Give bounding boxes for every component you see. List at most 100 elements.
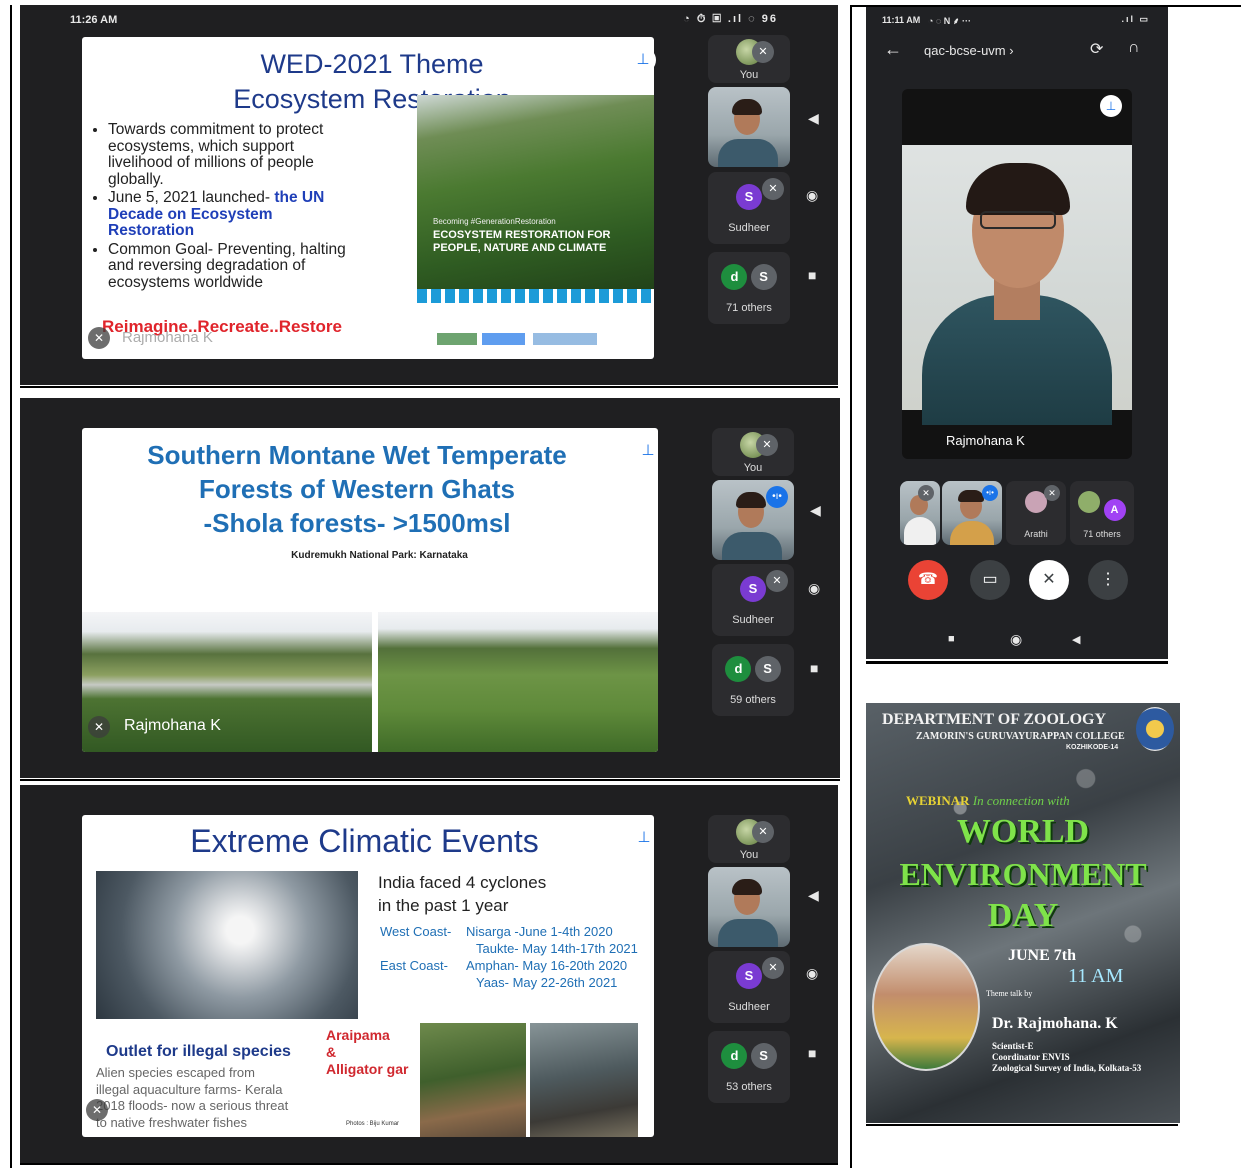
- participant-tile-arathi[interactable]: ✕ Arathi: [1006, 481, 1066, 545]
- slide-bullets: Towards commitment to protect ecosystems…: [90, 121, 362, 293]
- poster-webinar: WEBINAR In connection with: [906, 793, 1070, 809]
- poster-roles: Scientist-E Coordinator ENVIS Zoological…: [992, 1041, 1141, 1074]
- home-nav-icon[interactable]: ◉: [806, 965, 818, 982]
- poster-dept: DEPARTMENT OF ZOOLOGY: [882, 711, 1107, 728]
- meeting-code[interactable]: qac-bcse-uvm ›: [924, 43, 1014, 58]
- speaker-name: Rajmohana K: [946, 433, 1025, 448]
- image-caption-small: Becoming #GenerationRestoration: [433, 217, 556, 226]
- slide-title-line2: Forests of Western Ghats: [199, 474, 515, 504]
- home-nav-icon[interactable]: ◉: [1010, 631, 1022, 648]
- speaker-video-feed: [902, 145, 1132, 425]
- cyclone-satellite-image: [96, 871, 358, 1019]
- cyclone-row: East Coast- Amphan- May 16-20th 2020: [380, 957, 650, 974]
- participant-tile-others[interactable]: A 71 others: [1070, 481, 1134, 545]
- speaking-indicator-icon: •ı•: [766, 486, 788, 508]
- recents-nav-icon[interactable]: ■: [808, 267, 816, 283]
- participant-video-tile[interactable]: [708, 867, 790, 947]
- participant-tile-you[interactable]: ✕ You: [712, 428, 794, 476]
- participant-tile-others[interactable]: d S 59 others: [712, 644, 794, 716]
- presentation-slide[interactable]: WED-2021 Theme Ecosystem Restoration Tow…: [82, 37, 654, 359]
- mic-off-icon: ✕: [752, 821, 774, 843]
- table-line: [10, 5, 12, 1168]
- cyclone-entry: Amphan- May 16-20th 2020: [466, 958, 628, 973]
- avatar: d: [721, 264, 748, 290]
- avatar: A: [1103, 499, 1126, 521]
- bullet-text: June 5, 2021 launched-: [108, 189, 275, 206]
- presenter-label: Rajmohana K: [122, 329, 213, 346]
- audio-output-icon[interactable]: ∩: [1128, 39, 1140, 57]
- back-nav-icon[interactable]: ◀: [808, 887, 819, 904]
- mic-off-icon: ✕: [766, 570, 788, 592]
- home-nav-icon[interactable]: ◉: [806, 187, 818, 204]
- back-nav-icon[interactable]: ◀: [810, 502, 821, 519]
- camera-toggle-button[interactable]: ▭: [970, 560, 1010, 600]
- person-hair: [732, 99, 762, 115]
- switch-camera-icon[interactable]: ⟳: [1090, 39, 1103, 59]
- species-text: Araipama: [326, 1027, 390, 1043]
- slide-title-line1: WED-2021 Theme: [260, 49, 484, 79]
- headline-world: WORLD: [956, 813, 1090, 850]
- mic-off-icon: ✕: [918, 485, 934, 501]
- participant-tile-others[interactable]: d S 71 others: [708, 252, 790, 324]
- participant-video-tile[interactable]: •ı•: [712, 480, 794, 560]
- participant-video-tile[interactable]: [708, 87, 790, 167]
- headline-environment: ENVIRONMENT: [899, 856, 1147, 892]
- table-line: [866, 661, 1168, 664]
- webinar-poster: DEPARTMENT OF ZOOLOGY ZAMORIN'S GURUVAYU…: [866, 703, 1180, 1123]
- mic-toggle-button[interactable]: ✕: [1029, 560, 1069, 600]
- cyclone-row: Taukte- May 14th-17th 2021: [476, 941, 638, 956]
- mic-off-icon: ✕: [762, 957, 784, 979]
- status-notification-icons: ◔ ◌ N ⸙ ···: [928, 16, 972, 26]
- pin-icon[interactable]: ⊥: [635, 438, 661, 464]
- meet-screenshot-3: Extreme Climatic Events India faced 4 cy…: [20, 785, 838, 1163]
- participant-tile-you[interactable]: ✕ You: [708, 815, 790, 863]
- home-nav-icon[interactable]: ◉: [808, 580, 820, 597]
- outlet-line: illegal aquaculture farms- Kerala: [96, 1081, 283, 1097]
- main-speaker-video[interactable]: ⊥ Rajmohana K: [902, 89, 1132, 459]
- self-video-tile[interactable]: ✕: [900, 481, 940, 545]
- participant-tile-sudheer[interactable]: S ✕ Sudheer: [708, 951, 790, 1023]
- outlet-title: Outlet for illegal species: [106, 1043, 291, 1060]
- back-nav-icon[interactable]: ◀: [808, 110, 819, 127]
- back-nav-icon[interactable]: ◀: [1072, 633, 1080, 646]
- presentation-slide[interactable]: Extreme Climatic Events India faced 4 cy…: [82, 815, 654, 1137]
- person-body: [950, 521, 994, 545]
- back-arrow-icon[interactable]: ←: [884, 39, 902, 60]
- participant-name: Sudheer: [728, 1001, 770, 1013]
- presentation-slide[interactable]: Southern Montane Wet Temperate Forests o…: [82, 428, 658, 752]
- participant-tile-sudheer[interactable]: S ✕ Sudheer: [712, 564, 794, 636]
- end-call-button[interactable]: ☎: [908, 560, 948, 600]
- others-count: 53 others: [726, 1081, 772, 1093]
- pin-icon[interactable]: ⊥: [630, 47, 656, 73]
- person-hair: [732, 879, 762, 895]
- status-icons: ◔ ⏱ ▣ .ıl ◌ 96: [683, 13, 778, 25]
- more-options-button[interactable]: ⋮: [1088, 560, 1128, 600]
- poster-college: ZAMORIN'S GURUVAYURAPPAN COLLEGE: [916, 731, 1125, 742]
- pin-icon[interactable]: ⊥: [1100, 95, 1122, 117]
- slide-title-line3: -Shola forests- >1500msl: [203, 508, 511, 538]
- table-line: [850, 5, 852, 1168]
- participant-name: You: [743, 462, 763, 474]
- mic-off-icon: ✕: [86, 1099, 108, 1121]
- status-bar: 11:26 AM ◔ ⏱ ▣ .ıl ◌ 96: [20, 5, 838, 33]
- mic-off-icon: ✕: [762, 178, 784, 200]
- status-time: 11:11 AM: [882, 15, 921, 25]
- recents-nav-icon[interactable]: ■: [810, 660, 818, 676]
- cyclone-row: West Coast- Nisarga -June 1-4th 2020: [380, 923, 650, 940]
- participant-name: You: [739, 69, 759, 81]
- bullet-item: Towards commitment to protect ecosystems…: [108, 121, 362, 188]
- participant-tile-you[interactable]: ✕ You: [708, 35, 790, 83]
- table-line: [866, 1124, 1178, 1126]
- slide-title: Southern Montane Wet Temperate Forests o…: [82, 438, 632, 540]
- participant-name: Sudheer: [728, 222, 770, 234]
- participant-tile-others[interactable]: d S 53 others: [708, 1031, 790, 1103]
- mic-off-icon: ✕: [756, 434, 778, 456]
- recents-nav-icon[interactable]: ■: [948, 633, 955, 645]
- cyclone-row: Yaas- May 22-26th 2021: [476, 975, 618, 990]
- recents-nav-icon[interactable]: ■: [808, 1045, 816, 1061]
- participant-video-tile[interactable]: •ı•: [942, 481, 1002, 545]
- person-body: [718, 139, 778, 167]
- pin-icon[interactable]: ⊥: [631, 825, 657, 851]
- participant-tile-sudheer[interactable]: S ✕ Sudheer: [708, 172, 790, 244]
- intro-line: India faced 4 cyclones: [378, 873, 547, 892]
